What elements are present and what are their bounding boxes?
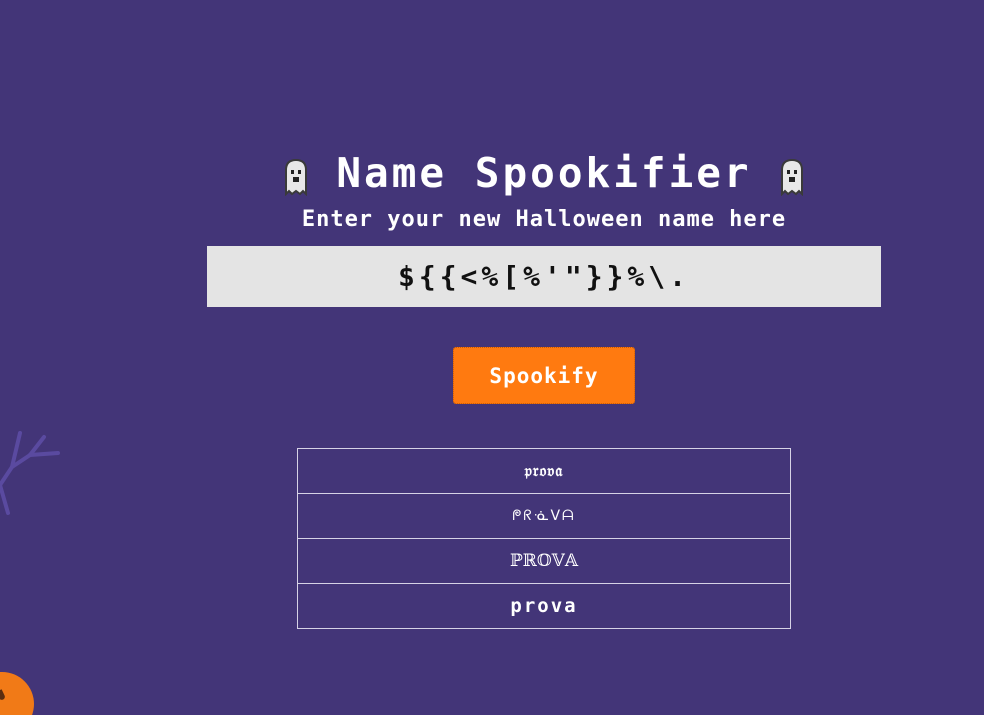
page-subtitle: Enter your new Halloween name here bbox=[301, 207, 787, 232]
table-row: prova bbox=[297, 583, 791, 629]
ghost-icon bbox=[780, 158, 803, 196]
result-cell: prova bbox=[297, 583, 791, 629]
spookify-button[interactable]: Spookify bbox=[453, 347, 635, 404]
table-row: ᖘᖇᓍᐯᗩ bbox=[297, 493, 791, 539]
page-title: Name Spookifier bbox=[336, 149, 752, 197]
name-input[interactable] bbox=[207, 246, 881, 307]
table-row: ℙℝ𝕆𝕍𝔸 bbox=[297, 538, 791, 584]
tree-branch-decoration bbox=[0, 431, 60, 515]
ghost-icon bbox=[285, 158, 308, 196]
pumpkin-decoration bbox=[0, 672, 34, 715]
table-row: 𝔭𝔯𝔬𝔳𝔞 bbox=[297, 448, 791, 494]
result-cell: 𝔭𝔯𝔬𝔳𝔞 bbox=[297, 448, 791, 494]
result-cell: ℙℝ𝕆𝕍𝔸 bbox=[297, 538, 791, 584]
title-row: Name Spookifier bbox=[0, 148, 984, 198]
result-cell: ᖘᖇᓍᐯᗩ bbox=[297, 493, 791, 539]
results-table: 𝔭𝔯𝔬𝔳𝔞 ᖘᖇᓍᐯᗩ ℙℝ𝕆𝕍𝔸 prova bbox=[297, 448, 791, 629]
